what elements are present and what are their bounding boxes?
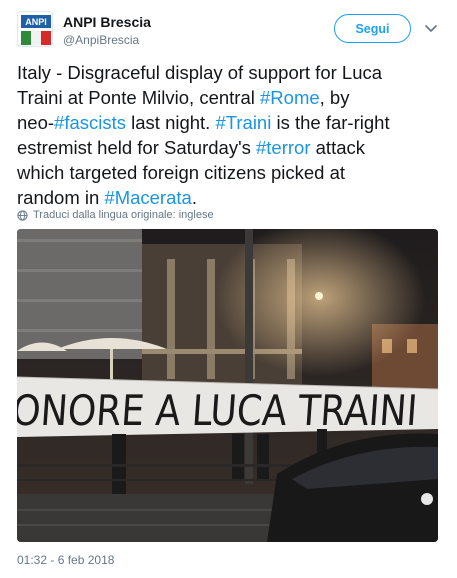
tweet-text-line: neo-#fascists last night. #Traini is the… [17, 110, 442, 135]
tweet-text-segment: which targeted foreign citizens picked a… [17, 162, 346, 183]
tweet-text-segment: neo- [17, 112, 55, 133]
avatar-text: ANPI [25, 17, 47, 27]
translate-label[interactable]: Traduci dalla lingua originale: inglese [33, 209, 214, 221]
account-names[interactable]: ANPI Brescia @AnpiBrescia [63, 13, 151, 48]
tweet-text-segment: . [191, 187, 197, 208]
banner-text: ONORE A LUCA TRAINI [17, 386, 419, 435]
tweet-text-line: random in #Macerata. [17, 185, 442, 210]
anpi-logo-icon: ANPI [18, 12, 52, 46]
tweet-card: ANPI ANPI Brescia @AnpiBrescia Segui Ita… [0, 0, 457, 578]
tweet-text-segment: attack [310, 137, 365, 158]
tweet-timestamp[interactable]: 01:32 - 6 feb 2018 [17, 553, 114, 567]
tweet-header: ANPI ANPI Brescia @AnpiBrescia Segui [17, 11, 442, 51]
tweet-text-line: Italy - Disgraceful display of support f… [17, 60, 442, 85]
avatar[interactable]: ANPI [17, 11, 53, 47]
hashtag-link[interactable]: #Traini [215, 112, 271, 133]
hashtag-link[interactable]: #Rome [260, 87, 320, 108]
tweet-text-segment: , by [319, 87, 350, 108]
tweet-text-segment: Traini at Ponte Milvio, central [17, 87, 260, 108]
tweet-text-line: Traini at Ponte Milvio, central #Rome, b… [17, 85, 442, 110]
hashtag-link[interactable]: #terror [256, 137, 311, 158]
tweet-text-segment: last night. [126, 112, 216, 133]
tweet-text-segment: random in [17, 187, 105, 208]
tweet-text-segment: estremist held for Saturday's [17, 137, 256, 158]
hashtag-link[interactable]: #fascists [54, 112, 126, 133]
tweet-text-line: estremist held for Saturday's #terror at… [17, 135, 442, 160]
tweet-photo[interactable]: ONORE A LUCA TRAINI [17, 229, 438, 542]
follow-button[interactable]: Segui [334, 14, 411, 43]
protest-banner-photo: ONORE A LUCA TRAINI [17, 229, 438, 542]
account-handle[interactable]: @AnpiBrescia [63, 32, 151, 48]
translate-link[interactable]: Traduci dalla lingua originale: inglese [17, 209, 214, 221]
hashtag-link[interactable]: #Macerata [104, 187, 191, 208]
tweet-text-line: which targeted foreign citizens picked a… [17, 160, 442, 185]
chevron-down-icon[interactable] [421, 19, 441, 39]
globe-icon [17, 209, 28, 221]
tweet-text-segment: Italy - Disgraceful display of support f… [17, 62, 383, 83]
display-name[interactable]: ANPI Brescia [63, 13, 151, 31]
tweet-text-segment: is the far-right [271, 112, 390, 133]
tweet-text: Italy - Disgraceful display of support f… [17, 60, 442, 210]
